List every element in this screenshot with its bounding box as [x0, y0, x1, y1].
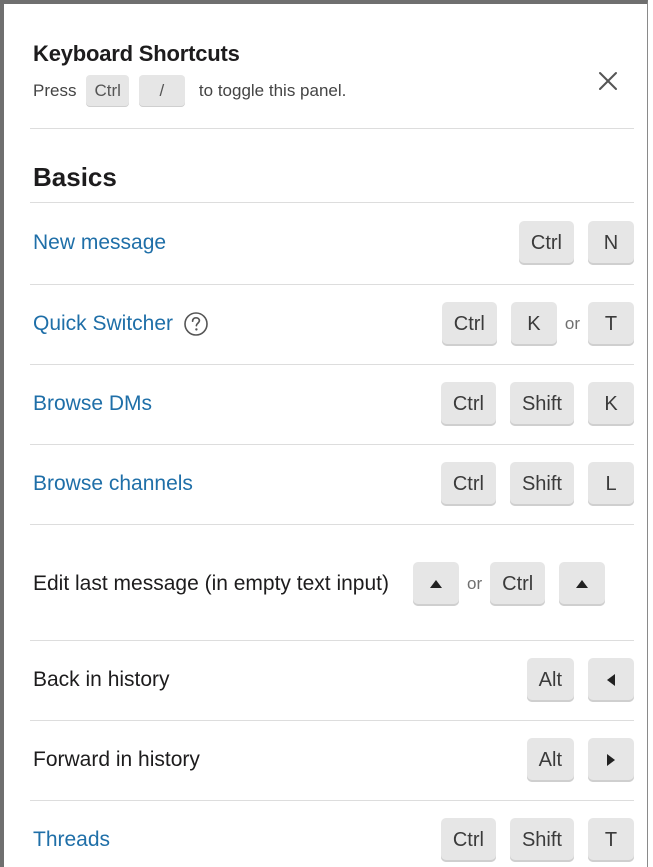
shortcut-label-edit-last-message: Edit last message (in empty text input): [30, 564, 413, 604]
row-divider: [30, 720, 634, 721]
shortcut-row-browse-channels: Browse channels Ctrl Shift L: [30, 458, 634, 510]
key-alt: Alt: [526, 658, 574, 702]
shortcut-label-threads[interactable]: Threads: [30, 822, 441, 858]
subtitle-suffix: to toggle this panel.: [198, 81, 347, 100]
key-ctrl: Ctrl: [490, 562, 546, 606]
key-ctrl: Ctrl: [441, 302, 497, 346]
arrow-left-icon: [607, 674, 615, 686]
shortcut-keys: Ctrl Shift L: [440, 462, 634, 506]
shortcut-row-threads: Threads Ctrl Shift T: [30, 814, 634, 866]
row-divider: [30, 444, 634, 445]
close-button[interactable]: [593, 66, 623, 96]
key-t: T: [588, 818, 634, 862]
key-l: L: [588, 462, 634, 506]
panel-title: Keyboard Shortcuts: [33, 41, 240, 66]
header-divider: [30, 128, 634, 129]
close-icon[interactable]: [593, 66, 623, 96]
key-k: K: [510, 302, 557, 346]
key-ctrl: Ctrl: [440, 382, 496, 426]
key-t: T: [588, 302, 634, 346]
shortcut-row-browse-dms: Browse DMs Ctrl Shift K: [30, 378, 634, 430]
key-ctrl: Ctrl: [440, 462, 496, 506]
row-divider: [30, 284, 634, 285]
shortcut-label-back-in-history: Back in history: [33, 668, 170, 691]
key-arrow-right: [588, 738, 634, 782]
shortcut-label-forward-in-history: Forward in history: [33, 748, 200, 771]
panel-header: Keyboard Shortcuts Press Ctrl / to toggl…: [33, 40, 623, 108]
section-title-basics: Basics: [33, 162, 117, 192]
key-shift: Shift: [509, 382, 574, 426]
shortcut-label-browse-channels[interactable]: Browse channels: [30, 466, 441, 502]
or-separator: or: [564, 314, 580, 333]
shortcut-label-quick-switcher[interactable]: Quick Switcher: [30, 306, 442, 342]
toggle-key-ctrl: Ctrl: [86, 75, 129, 107]
key-ctrl: Ctrl: [440, 818, 496, 862]
key-k: K: [588, 382, 634, 426]
row-divider: [30, 524, 634, 525]
key-arrow-up: [413, 562, 459, 606]
panel-subtitle: Press Ctrl / to toggle this panel.: [33, 74, 623, 108]
shortcut-keys: or Ctrl: [413, 562, 606, 606]
shortcut-label-text: Edit last message (in empty text input): [33, 572, 389, 595]
arrow-right-icon: [607, 754, 615, 766]
key-ctrl: Ctrl: [518, 221, 574, 265]
arrow-up-icon: [430, 580, 442, 588]
section-divider: [30, 202, 634, 203]
subtitle-prefix: Press: [33, 81, 77, 100]
shortcut-keys: Ctrl Shift T: [440, 818, 634, 862]
arrow-up-icon: [576, 580, 589, 588]
shortcut-keys: Alt: [526, 658, 634, 702]
row-divider: [30, 800, 634, 801]
toggle-key-slash: /: [138, 75, 185, 107]
or-separator: or: [467, 574, 483, 593]
shortcut-keys: Ctrl N: [518, 221, 634, 265]
shortcut-label-text[interactable]: Quick Switcher: [33, 306, 173, 342]
question-circle-icon[interactable]: [183, 311, 209, 337]
shortcut-keys: Ctrl K or T: [441, 302, 634, 346]
row-divider: [30, 364, 634, 365]
shortcut-row-back-in-history: Back in history Alt: [30, 654, 634, 706]
key-n: N: [588, 221, 634, 265]
key-shift: Shift: [509, 818, 574, 862]
row-divider: [30, 640, 634, 641]
shortcut-row-edit-last-message: Edit last message (in empty text input) …: [30, 542, 634, 626]
shortcut-row-new-message: New message Ctrl N: [30, 217, 634, 269]
keyboard-shortcuts-panel: Keyboard Shortcuts Press Ctrl / to toggl…: [0, 0, 648, 867]
shortcut-label-browse-dms[interactable]: Browse DMs: [30, 386, 441, 422]
key-arrow-up: [559, 562, 606, 606]
shortcut-row-forward-in-history: Forward in history Alt: [30, 734, 634, 786]
shortcut-label-new-message[interactable]: New message: [30, 225, 519, 261]
shortcut-keys: Alt: [526, 738, 634, 782]
shortcut-row-quick-switcher: Quick Switcher Ctrl K or T: [30, 298, 634, 350]
key-arrow-left: [588, 658, 634, 702]
shortcut-keys: Ctrl Shift K: [440, 382, 634, 426]
key-alt: Alt: [526, 738, 574, 782]
key-shift: Shift: [509, 462, 574, 506]
